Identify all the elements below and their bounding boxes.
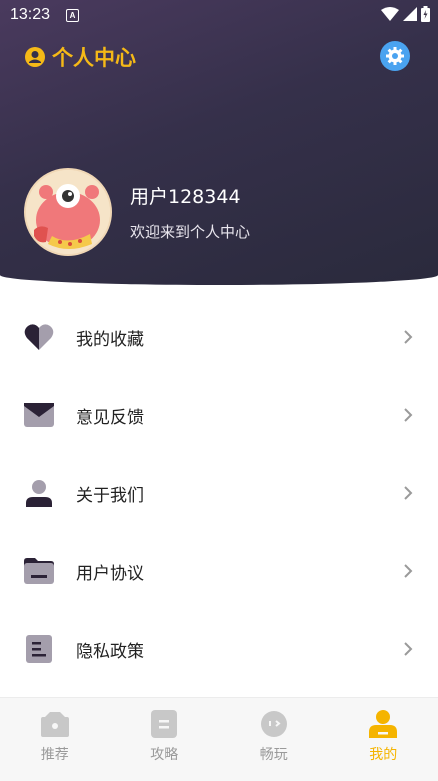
menu-label: 用户协议 — [76, 559, 144, 584]
person-icon — [24, 478, 54, 508]
profile-section: 用户128344 欢迎来到个人中心 — [24, 168, 250, 256]
tab-label: 推荐 — [41, 744, 69, 764]
menu-item-favorites[interactable]: 我的收藏 — [0, 298, 438, 376]
tab-guide[interactable]: 攻略 — [110, 698, 220, 781]
tab-label: 我的 — [369, 744, 397, 764]
gear-icon — [385, 46, 405, 66]
document-icon — [24, 634, 54, 664]
menu-label: 我的收藏 — [76, 325, 144, 350]
user-circle-icon — [24, 46, 46, 68]
chevron-right-icon — [402, 563, 414, 579]
welcome-text: 欢迎来到个人中心 — [130, 221, 250, 242]
menu-item-about[interactable]: 关于我们 — [0, 454, 438, 532]
username: 用户128344 — [130, 182, 250, 209]
wifi-icon — [381, 7, 399, 21]
monster-avatar-icon — [26, 170, 110, 254]
profile-header: 13:23 A 个人中心 — [0, 0, 438, 285]
tab-mine[interactable]: 我的 — [329, 698, 438, 781]
chevron-right-icon — [402, 407, 414, 423]
status-bar: 13:23 A — [0, 0, 438, 30]
tab-recommend[interactable]: 推荐 — [0, 698, 110, 781]
notes-icon — [150, 710, 178, 738]
signal-icon — [403, 7, 417, 21]
chevron-right-icon — [402, 641, 414, 657]
menu-label: 意见反馈 — [76, 403, 144, 428]
settings-button[interactable] — [380, 41, 410, 71]
menu-label: 关于我们 — [76, 481, 144, 506]
chevron-right-icon — [402, 485, 414, 501]
menu-item-privacy-policy[interactable]: 隐私政策 — [0, 610, 438, 688]
folder-icon — [24, 556, 54, 586]
tab-play[interactable]: 畅玩 — [219, 698, 329, 781]
menu-item-feedback[interactable]: 意见反馈 — [0, 376, 438, 454]
page-title: 个人中心 — [52, 42, 136, 72]
menu-label: 隐私政策 — [76, 637, 144, 662]
user-icon — [369, 710, 397, 738]
status-time: 13:23 — [10, 6, 50, 24]
chevron-right-icon — [402, 329, 414, 345]
notification-a-icon: A — [66, 9, 79, 22]
top-bar: 个人中心 — [24, 42, 136, 72]
menu-item-user-agreement[interactable]: 用户协议 — [0, 532, 438, 610]
face-icon — [260, 710, 288, 738]
bottom-tab-bar: 推荐 攻略 畅玩 我的 — [0, 697, 438, 781]
battery-icon — [421, 6, 430, 22]
menu-list: 我的收藏 意见反馈 关于我们 用户 — [0, 298, 438, 688]
avatar[interactable] — [24, 168, 112, 256]
camera-icon — [41, 710, 69, 738]
envelope-icon — [24, 400, 54, 430]
tab-label: 攻略 — [150, 744, 178, 764]
heart-icon — [24, 322, 54, 352]
status-icons — [381, 6, 430, 22]
tab-label: 畅玩 — [260, 744, 288, 764]
